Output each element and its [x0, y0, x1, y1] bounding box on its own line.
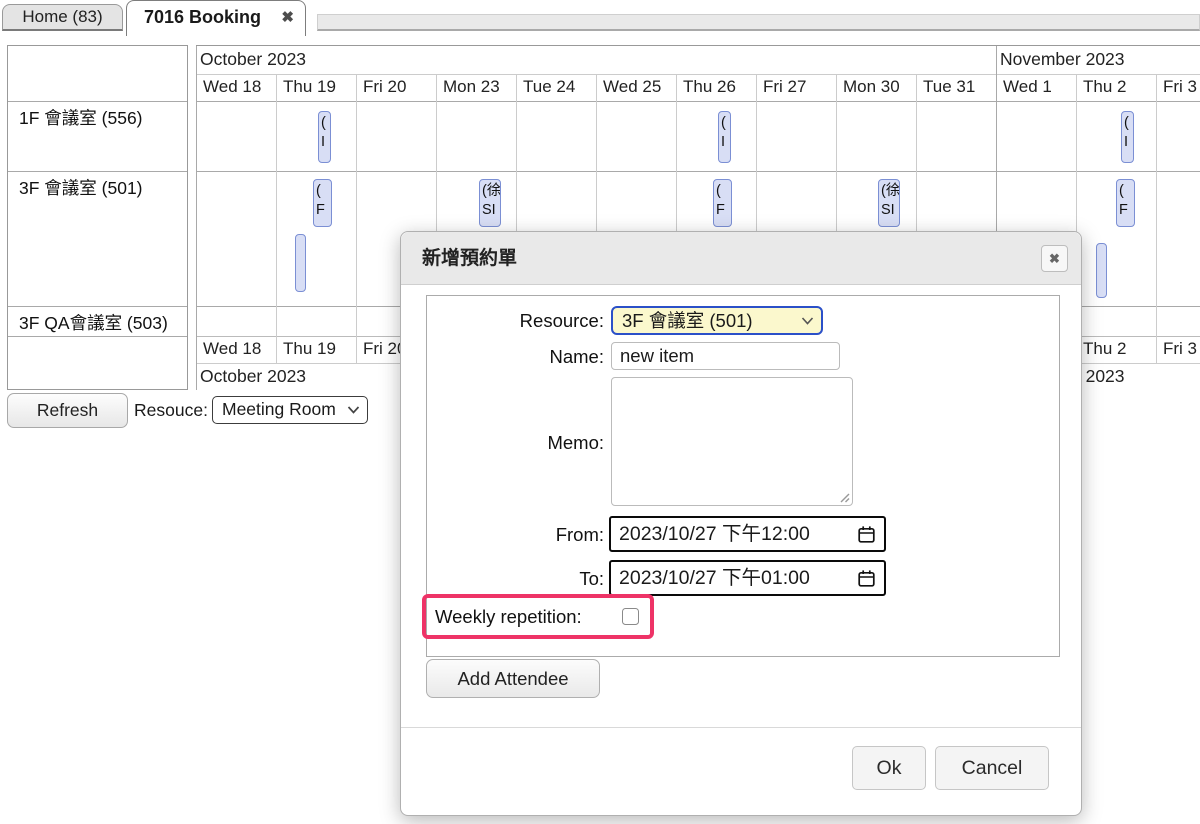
day-footer-label: Wed 18: [203, 339, 261, 359]
day-header-label: Wed 18: [203, 77, 261, 97]
dialog-footer-divider: [401, 727, 1081, 728]
month-header-label: October 2023: [200, 49, 306, 70]
grid-line: [196, 171, 1200, 172]
dialog-title: 新增預約單: [422, 232, 517, 285]
resource-filter-label: Resouce:: [134, 400, 208, 421]
month-footer-label: October 2023: [200, 366, 306, 387]
memo-field-label: Memo:: [401, 430, 604, 456]
weekly-repetition-checkbox[interactable]: [622, 608, 639, 625]
from-datetime-input[interactable]: 2023/10/27 下午12:00: [609, 516, 886, 552]
calendar-icon[interactable]: [857, 569, 876, 588]
day-footer-label: Thu 2: [1083, 339, 1126, 359]
day-header-label: Mon 23: [443, 77, 500, 97]
add-attendee-button[interactable]: Add Attendee: [426, 659, 600, 698]
event-block[interactable]: ( I: [1121, 111, 1134, 163]
grid-line: [196, 46, 197, 390]
event-block[interactable]: ( I: [718, 111, 731, 163]
event-block[interactable]: ( F: [713, 179, 732, 227]
from-field-label: From:: [401, 522, 604, 548]
refresh-button[interactable]: Refresh: [7, 393, 128, 428]
to-field-label: To:: [401, 566, 604, 592]
ok-button[interactable]: Ok: [852, 746, 926, 790]
day-header-label: Fri 27: [763, 77, 806, 97]
grid-line: [8, 101, 187, 102]
day-header-label: Mon 30: [843, 77, 900, 97]
grid-line: [8, 306, 187, 307]
event-block[interactable]: [1096, 243, 1107, 298]
day-header-label: Fri 20: [363, 77, 406, 97]
grid-line: [8, 171, 187, 172]
to-datetime-value: 2023/10/27 下午01:00: [619, 567, 810, 589]
grid-line: [196, 74, 1200, 75]
grid-line: [196, 101, 1200, 102]
day-header-label: Thu 2: [1083, 77, 1126, 97]
room-row-label: 1F 會議室 (556): [19, 105, 143, 130]
resource-field-label: Resource:: [401, 308, 604, 334]
day-header-label: Wed 1: [1003, 77, 1052, 97]
weekly-repetition-label: Weekly repetition:: [435, 598, 582, 635]
event-block[interactable]: ( F: [313, 179, 332, 227]
day-footer-label: Fri 3: [1163, 339, 1197, 359]
dialog-header: 新增預約單 ✖: [401, 232, 1081, 285]
day-header-label: Thu 19: [283, 77, 336, 97]
grid-line: [1156, 74, 1157, 363]
memo-textarea[interactable]: [611, 377, 853, 506]
resource-select-value: 3F 會議室 (501): [622, 310, 753, 331]
tab-strip-filler: [317, 14, 1200, 31]
chevron-down-icon: [801, 316, 814, 325]
event-block[interactable]: (徐 SI: [878, 179, 900, 227]
day-header-label: Fri 3: [1163, 77, 1197, 97]
name-field-label: Name:: [401, 344, 604, 370]
tab-booking[interactable]: 7016 Booking ✖: [126, 0, 306, 36]
grid-line: [356, 74, 357, 363]
chevron-down-icon: [347, 406, 360, 415]
room-row-label: 3F 會議室 (501): [19, 175, 143, 200]
resize-handle-icon[interactable]: [838, 491, 850, 503]
tab-booking-label: 7016 Booking: [144, 7, 261, 27]
name-input[interactable]: new item: [611, 342, 840, 370]
tab-close-icon[interactable]: ✖: [281, 2, 294, 34]
new-booking-dialog: 新增預約單 ✖ Resource: 3F 會議室 (501) Name: new…: [400, 231, 1082, 816]
room-row-label: 3F QA會議室 (503): [19, 310, 168, 335]
grid-line: [8, 336, 187, 337]
grid-line: [276, 74, 277, 363]
event-block[interactable]: ( I: [318, 111, 331, 163]
day-footer-label: Thu 19: [283, 339, 336, 359]
resource-filter-select[interactable]: Meeting Room: [212, 396, 368, 424]
from-datetime-value: 2023/10/27 下午12:00: [619, 523, 810, 545]
resource-filter-value: Meeting Room: [222, 399, 336, 419]
event-block[interactable]: ( F: [1116, 179, 1135, 227]
resource-select[interactable]: 3F 會議室 (501): [611, 306, 823, 335]
calendar-icon[interactable]: [857, 525, 876, 544]
day-header-label: Tue 24: [523, 77, 575, 97]
calendar-room-column: 1F 會議室 (556) 3F 會議室 (501) 3F QA會議室 (503): [7, 45, 188, 390]
day-header-label: Wed 25: [603, 77, 661, 97]
weekly-repetition-highlight: Weekly repetition:: [422, 594, 654, 639]
dialog-close-button[interactable]: ✖: [1041, 245, 1068, 272]
day-header-label: Tue 31: [923, 77, 975, 97]
day-header-label: Thu 26: [683, 77, 736, 97]
event-block[interactable]: [295, 234, 306, 292]
tab-home[interactable]: Home (83): [2, 4, 123, 31]
cancel-button[interactable]: Cancel: [935, 746, 1049, 790]
month-header-label: November 2023: [1000, 49, 1125, 70]
to-datetime-input[interactable]: 2023/10/27 下午01:00: [609, 560, 886, 596]
event-block[interactable]: (徐 SI: [479, 179, 501, 227]
